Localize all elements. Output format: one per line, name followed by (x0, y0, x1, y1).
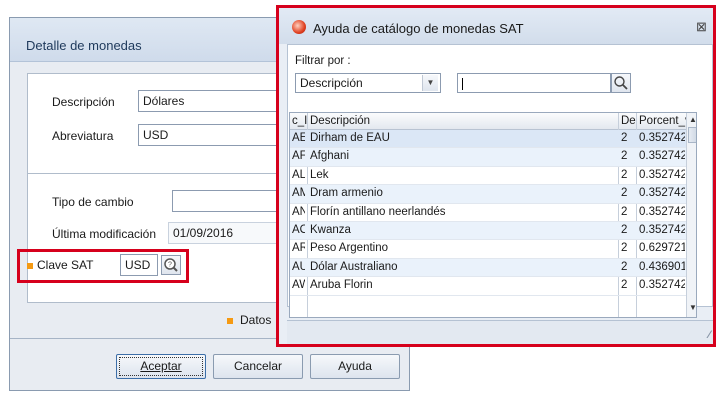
required-marker-icon (227, 318, 233, 324)
ayuda-button[interactable]: Ayuda (310, 354, 400, 379)
cancelar-button[interactable]: Cancelar (213, 354, 303, 379)
popup-titlebar: Ayuda de catálogo de monedas SAT ⊠ (279, 8, 713, 44)
table-cell: 2 (621, 224, 628, 236)
vertical-scrollbar[interactable]: ▲ ▼ (686, 113, 696, 317)
table-cell: AN (292, 205, 305, 218)
table-cell: Dirham de EAU (310, 132, 390, 144)
table-cell: Kwanza (310, 224, 351, 236)
table-cell: 2 (621, 260, 628, 273)
aceptar-button[interactable]: Aceptar (116, 354, 206, 379)
close-icon[interactable]: ⊠ (696, 19, 707, 35)
table-cell: Dólar Australiano (310, 260, 398, 273)
table-cell: 0.3527424 (639, 279, 685, 292)
table-cell: 0.3527424 (639, 224, 685, 236)
abreviatura-field[interactable]: USD (138, 124, 288, 146)
column-header-descripcion[interactable]: Descripción (310, 115, 616, 127)
monedas-grid: c_I Descripción De Porcent_v AE Dirham de… (289, 112, 697, 318)
table-cell: AM (292, 187, 305, 200)
column-header-clave[interactable]: c_I (292, 115, 307, 127)
table-cell: 2 (621, 168, 628, 181)
text-cursor (462, 77, 463, 90)
table-cell: 0.3527424 (639, 168, 685, 181)
abreviatura-label: Abreviatura (52, 129, 114, 143)
table-cell: AR (292, 242, 305, 255)
filter-select-value: Descripción (300, 76, 363, 90)
table-cell: Florín antillano neerlandés (310, 205, 446, 218)
table-cell: Peso Argentino (310, 242, 389, 255)
table-row[interactable]: AW Aruba Florin 2 0.3527424 (290, 277, 686, 296)
column-header-porcentaje[interactable]: Porcent_v (639, 115, 691, 127)
table-row[interactable]: AFI Afghani 2 0.3527424 (290, 148, 686, 167)
table-cell: Lek (310, 168, 329, 181)
table-cell: Afghani (310, 150, 350, 163)
table-cell: 2 (621, 132, 628, 144)
table-cell: 0.3527424 (639, 205, 685, 218)
table-cell: 0.3527424 (639, 132, 685, 144)
table-row[interactable]: AM Dram armenio 2 0.3527424 (290, 185, 686, 204)
table-cell: 2 (621, 242, 628, 255)
table-row[interactable]: AU Dólar Australiano 2 0.4369012 (290, 258, 686, 278)
tipo-cambio-label: Tipo de cambio (52, 195, 134, 209)
scroll-down-icon[interactable]: ▼ (687, 303, 696, 312)
table-cell: 0.4369012 (639, 260, 685, 273)
ultima-modificacion-label: Última modificación (52, 227, 157, 241)
table-row[interactable]: AO Kwanza 2 0.3527424 (290, 222, 686, 241)
table-cell: AU (292, 260, 305, 273)
table-cell: 2 (621, 187, 628, 200)
table-cell: Aruba Florin (310, 279, 373, 292)
app-icon (292, 20, 306, 34)
table-cell: AO (292, 224, 305, 236)
descripcion-label: Descripción (52, 95, 115, 109)
search-button[interactable] (611, 73, 631, 93)
table-cell: 0.3527424 (639, 187, 685, 200)
table-cell: 2 (621, 150, 628, 163)
table-cell: AFI (292, 150, 305, 163)
chevron-down-icon[interactable]: ▼ (422, 75, 438, 91)
column-header-decimales[interactable]: De (621, 115, 636, 127)
filter-label: Filtrar por : (295, 55, 351, 67)
clave-sat-highlight (17, 249, 189, 283)
descripcion-field[interactable]: Dólares (138, 90, 288, 112)
ultima-modificacion-field: 01/09/2016 (168, 222, 288, 244)
table-row[interactable]: AN Florín antillano neerlandés 2 0.3527424 (290, 204, 686, 222)
table-cell: 2 (621, 205, 628, 218)
table-cell: ALI (292, 168, 305, 181)
table-cell: Dram armenio (310, 187, 383, 200)
table-row[interactable]: AR Peso Argentino 2 0.6297217 (290, 240, 686, 259)
table-cell: 2 (621, 279, 628, 292)
table-cell: AW (292, 279, 305, 292)
tipo-cambio-field[interactable] (172, 190, 288, 212)
table-cell: 0.3527424 (639, 150, 685, 163)
scrollbar-thumb[interactable] (688, 127, 696, 143)
catalogo-monedas-popup: Ayuda de catálogo de monedas SAT ⊠ Filtr… (276, 5, 716, 347)
scroll-up-icon[interactable]: ▲ (687, 115, 696, 124)
filter-select[interactable]: Descripción ▼ (295, 73, 441, 93)
search-input[interactable] (457, 73, 611, 93)
popup-title: Ayuda de catálogo de monedas SAT (313, 21, 524, 36)
status-bar: ⁄⁄⁄ (287, 320, 713, 344)
table-row[interactable]: ALI Lek 2 0.3527424 (290, 167, 686, 186)
table-cell: AE (292, 132, 305, 144)
search-icon (614, 76, 628, 90)
datos-label: Datos (240, 313, 272, 327)
grid-header: c_I Descripción De Porcent_v (290, 113, 691, 130)
table-row[interactable]: AE Dirham de EAU 2 0.3527424 (290, 130, 686, 149)
table-cell: 0.6297217 (639, 242, 685, 255)
